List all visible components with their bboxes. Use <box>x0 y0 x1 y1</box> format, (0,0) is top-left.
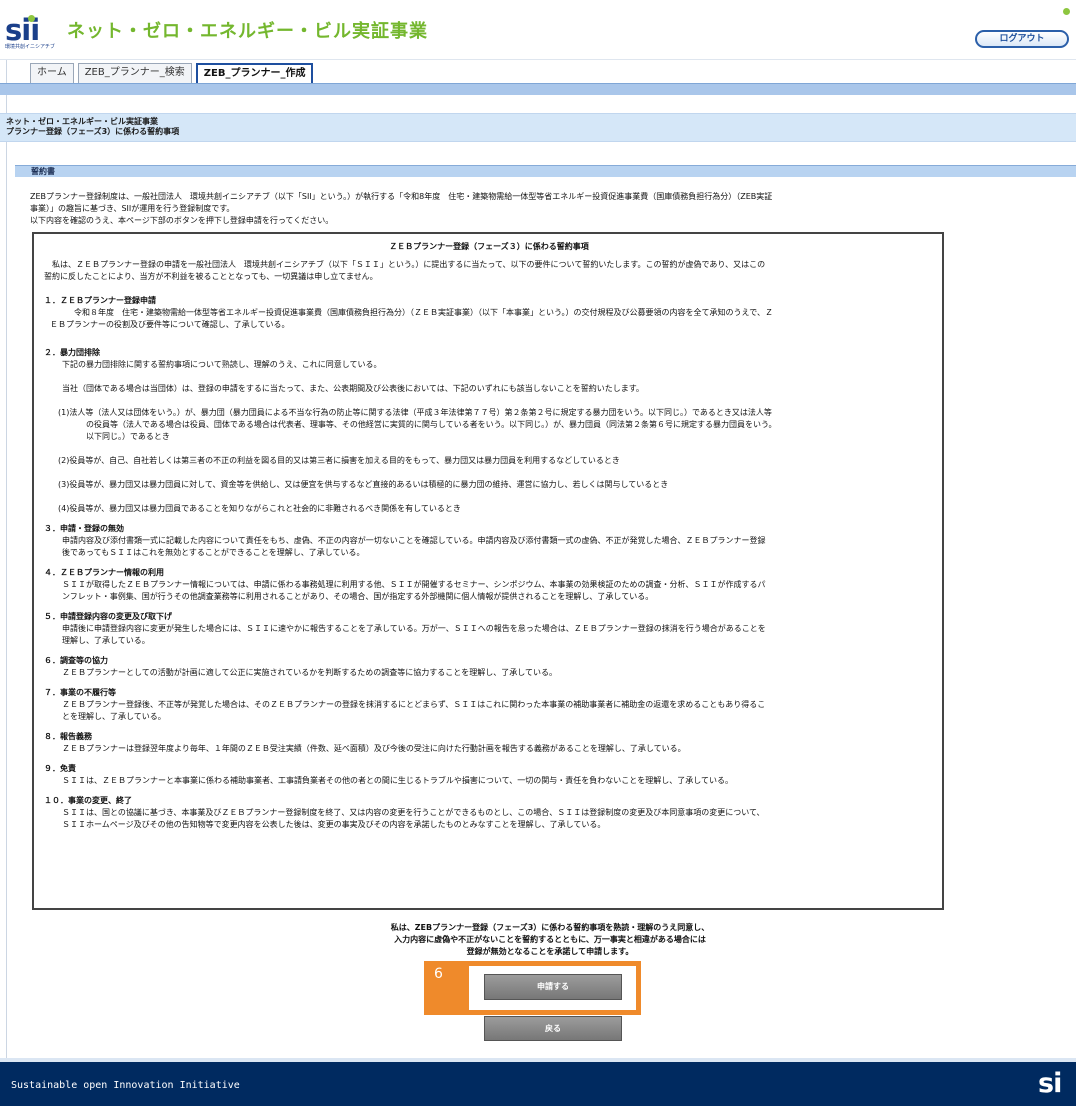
section-header-oath: 誓約書 <box>15 165 1076 177</box>
step-highlight-box <box>464 961 641 1015</box>
section-4-line-1: ＳＩＩが取得したＺＥＢプランナー情報については、申請に係わる事務処理に利用する他… <box>62 580 766 589</box>
tab-zeb-planner-create[interactable]: ZEB_プランナー_作成 <box>195 63 314 83</box>
intro-line-1: ZEBプランナー登録制度は、一般社団法人 環境共創イニシアチブ（以下「SII」と… <box>30 192 773 201</box>
page-title-line-1: ネット・ゼロ・エネルギー・ビル実証事業 <box>6 117 158 126</box>
terms-preamble-1: 私は、ＺＥＢプランナー登録の申請を一般社団法人 環境共創イニシアチブ（以下「ＳＩ… <box>44 260 766 269</box>
confirmation-line-3: 登録が無効となることを承諾して申請します。 <box>466 947 634 956</box>
section-2-body-1: 下記の暴力団排除に関する誓約事項について熟読し、理解のうえ、これに同意している。 <box>62 360 382 369</box>
section-9-line-1: ＳＩＩは、ＺＥＢプランナーと本事業に係わる補助事業者、工事請負業者その他の者との… <box>62 776 734 785</box>
section-7-line-1: ＺＥＢプランナー登録後、不正等が発覚した場合は、そのＺＥＢプランナーの登録を抹消… <box>62 700 766 709</box>
tab-underline-bar <box>0 83 1076 95</box>
logout-button[interactable]: ログアウト <box>975 30 1069 48</box>
page: sii 環境共創イニシアチブ ネット・ゼロ・エネルギー・ビル実証事業 ログアウト… <box>0 0 1076 1106</box>
section-3-heading: ３．申請・登録の無効 <box>44 524 124 533</box>
intro-text: ZEBプランナー登録制度は、一般社団法人 環境共創イニシアチブ（以下「SII」と… <box>30 191 950 227</box>
intro-line-2: 事業）」の趣旨に基づき、SIIが運用を行う登録制度です。 <box>30 204 235 213</box>
section-2-item-3: (3)役員等が、暴力団又は暴力団員に対して、資金等を供給し、又は便宜を供与するな… <box>58 480 669 489</box>
confirmation-line-2: 入力内容に虚偽や不正がないことを誓約するとともに、万一事実と相違がある場合には <box>394 935 706 944</box>
section-5-line-1: 申請後に申請登録内容に変更が発生した場合には、ＳＩＩに速やかに報告することを了承… <box>62 624 766 633</box>
intro-line-3: 以下内容を確認のうえ、本ページ下部のボタンを押下し登録申請を行ってください。 <box>30 216 334 225</box>
section-4-line-2: ンフレット・事例集、国が行うその他調査業務等に利用されることがあり、その場合、国… <box>62 592 654 601</box>
footer-text: Sustainable open Innovation Initiative <box>11 1080 240 1091</box>
logo-dot <box>28 15 35 22</box>
section-4-heading: ４．ＺＥＢプランナー情報の利用 <box>44 568 164 577</box>
tab-zeb-planner-search[interactable]: ZEB_プランナー_検索 <box>77 63 192 83</box>
section-6-heading: ６．調査等の協力 <box>44 656 108 665</box>
left-border <box>6 60 7 1060</box>
section-9-heading: ９．免責 <box>44 764 76 773</box>
section-6-line-1: ＺＥＢプランナーとしての活動が計画に適して公正に実施されているかを判断するための… <box>62 668 558 677</box>
section-2-heading: ２．暴力団排除 <box>44 348 100 357</box>
terms-preamble-2: 誓約に反したことにより、当方が不利益を被ることとなっても、一切異議は申し立てませ… <box>44 272 378 281</box>
tab-bar: ホーム ZEB_プランナー_検索 ZEB_プランナー_作成 <box>30 63 314 83</box>
section-7-line-2: とを理解し、了承している。 <box>62 712 166 721</box>
sii-logo[interactable]: sii 環境共創イニシアチブ <box>5 15 63 50</box>
section-10-line-2: ＳＩＩホームページ及びその他の告知物等で変更内容を公表した後は、変更の事実及びそ… <box>62 820 606 829</box>
step-number-badge: 6 <box>424 961 464 1015</box>
section-1-heading: １．ＺＥＢプランナー登録申請 <box>44 296 156 305</box>
section-5-line-2: 理解し、了承している。 <box>62 636 150 645</box>
tab-home[interactable]: ホーム <box>30 63 74 83</box>
section-2-item-4: (4)役員等が、暴力団又は暴力団員であることを知りながらこれと社会的に非難される… <box>58 504 461 513</box>
section-2-item-1-line-2: の役員等（法人である場合は役員、団体である場合は代表者、理事等、その他経営に実質… <box>86 420 777 429</box>
section-7-heading: ７．事業の不履行等 <box>44 688 116 697</box>
header: sii 環境共創イニシアチブ ネット・ゼロ・エネルギー・ビル実証事業 ログアウト <box>0 0 1076 60</box>
section-10-heading: １０．事業の変更、終了 <box>44 796 132 805</box>
section-3-line-1: 申請内容及び添付書類一式に記載した内容について責任をもち、虚偽、不正の内容が一切… <box>62 536 766 545</box>
section-8-heading: ８．報告義務 <box>44 732 92 741</box>
section-2-item-1-line-1: (1)法人等（法人又は団体をいう。）が、暴力団（暴力団員による不当な行為の防止等… <box>58 408 772 417</box>
back-button[interactable]: 戻る <box>484 1016 622 1041</box>
section-2-item-2: (2)役員等が、自己、自社若しくは第三者の不正の利益を図る目的又は第三者に損害を… <box>58 456 620 465</box>
confirmation-statement: 私は、ZEBプランナー登録（フェーズ3）に係わる誓約事項を熟読・理解のうえ同意し… <box>300 922 800 958</box>
footer: Sustainable open Innovation Initiative s… <box>0 1062 1076 1106</box>
terms-box: ＺＥＢプランナー登録（フェーズ３）に係わる誓約事項 私は、ＺＥＢプランナー登録の… <box>32 232 944 910</box>
page-title: ネット・ゼロ・エネルギー・ビル実証事業 プランナー登録（フェーズ3）に係わる誓約… <box>0 113 1076 142</box>
section-5-heading: ５．申請登録内容の変更及び取下げ <box>44 612 172 621</box>
footer-logo: si <box>1038 1068 1062 1099</box>
section-1-line-1: 令和８年度 住宅・建築物需給一体型等省エネルギー投資促進事業費（国庫債務負担行為… <box>74 308 773 317</box>
section-8-line-1: ＺＥＢプランナーは登録翌年度より毎年、１年間のＺＥＢ受注実績（件数、延べ面積）及… <box>62 744 686 753</box>
section-2-item-1-line-3: 以下同じ。）であるとき <box>86 432 170 441</box>
footer-logo-dot <box>1063 8 1070 15</box>
section-3-line-2: 後であってもＳＩＩはこれを無効とすることができることを理解し、了承している。 <box>62 548 365 557</box>
section-1-line-2: ＥＢプランナーの役割及び要件等について確認し、了承している。 <box>50 320 290 329</box>
page-title-line-2: プランナー登録（フェーズ3）に係わる誓約事項 <box>6 127 180 136</box>
terms-title: ＺＥＢプランナー登録（フェーズ３）に係わる誓約事項 <box>389 242 589 251</box>
confirmation-line-1: 私は、ZEBプランナー登録（フェーズ3）に係わる誓約事項を熟読・理解のうえ同意し… <box>390 923 710 932</box>
logo-subtitle: 環境共創イニシアチブ <box>5 44 55 50</box>
section-10-line-1: ＳＩＩは、国との協議に基づき、本事業及びＺＥＢプランナー登録制度を終了、又は内容… <box>62 808 765 817</box>
site-title: ネット・ゼロ・エネルギー・ビル実証事業 <box>67 21 428 42</box>
section-2-body-2: 当社（団体である場合は当団体）は、登録の申請をするに当たって、また、公表期間及び… <box>62 384 644 393</box>
